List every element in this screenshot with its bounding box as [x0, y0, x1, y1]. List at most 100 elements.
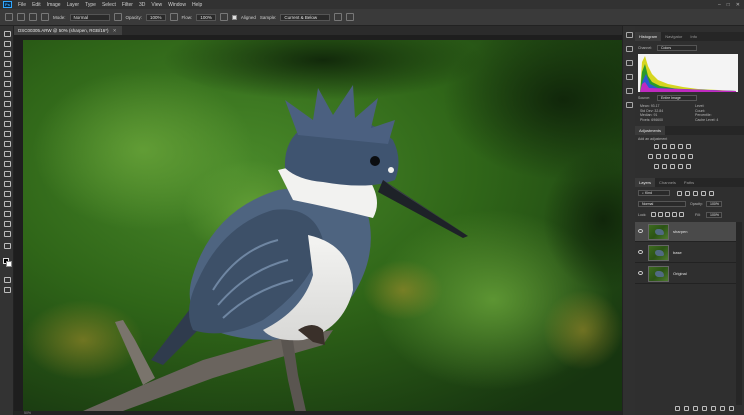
selective-color-icon[interactable] — [686, 164, 691, 169]
layer-row-sharpen[interactable]: sharpen — [635, 222, 736, 242]
pressure-icon[interactable] — [346, 13, 355, 21]
blend-mode-select[interactable]: Normal — [638, 201, 686, 207]
filter-adjustment-icon[interactable] — [685, 191, 690, 196]
screen-mode-icon[interactable] — [3, 286, 11, 293]
tab-adjustments[interactable]: Adjustments — [635, 126, 666, 135]
clone-source-panel-icon[interactable] — [626, 102, 633, 108]
eraser-tool-icon[interactable] — [3, 140, 11, 147]
play-actions-icon[interactable] — [626, 60, 633, 66]
canvas-image[interactable] — [23, 40, 633, 411]
opacity-field[interactable]: 100% — [146, 13, 166, 21]
clone-stamp-tool-icon[interactable] — [3, 120, 11, 127]
menu-layer[interactable]: Layer — [67, 2, 80, 8]
menu-select[interactable]: Select — [102, 2, 116, 8]
crop-tool-icon[interactable] — [3, 70, 11, 77]
fill-field[interactable]: 100% — [706, 212, 722, 218]
swatches-icon[interactable] — [626, 88, 633, 94]
invert-icon[interactable] — [654, 164, 659, 169]
photoshop-logo[interactable]: Ps — [3, 1, 12, 8]
lock-all-icon[interactable] — [679, 212, 684, 217]
history-brush-tool-icon[interactable] — [3, 130, 11, 137]
history-icon[interactable] — [626, 32, 633, 38]
brightness-contrast-icon[interactable] — [654, 144, 659, 149]
quick-mask-icon[interactable] — [3, 276, 11, 283]
gradient-map-icon[interactable] — [678, 164, 683, 169]
pressure-opacity-icon[interactable] — [113, 13, 122, 21]
hue-saturation-icon[interactable] — [648, 154, 653, 159]
menu-filter[interactable]: Filter — [122, 2, 133, 8]
vibrance-icon[interactable] — [686, 144, 691, 149]
channel-mixer-icon[interactable] — [680, 154, 685, 159]
color-lookup-icon[interactable] — [688, 154, 693, 159]
layer-style-icon[interactable] — [684, 406, 689, 411]
levels-icon[interactable] — [662, 144, 667, 149]
dodge-tool-icon[interactable] — [3, 170, 11, 177]
eye-icon[interactable] — [638, 250, 643, 254]
clone-source-icon[interactable] — [41, 13, 49, 21]
menu-help[interactable]: Help — [192, 2, 202, 8]
layer-row-base[interactable]: base — [635, 243, 736, 263]
layers-scrollbar[interactable] — [736, 222, 742, 405]
new-group-icon[interactable] — [711, 406, 716, 411]
close-tab-icon[interactable]: ✕ — [113, 28, 117, 33]
delete-layer-icon[interactable] — [729, 406, 734, 411]
tab-layers[interactable]: Layers — [635, 178, 656, 187]
color-balance-icon[interactable] — [656, 154, 661, 159]
layer-opacity-field[interactable]: 100% — [706, 201, 722, 207]
ignore-adjustment-layers-icon[interactable] — [334, 13, 343, 21]
flow-field[interactable]: 100% — [196, 13, 216, 21]
maximize-icon[interactable]: □ — [727, 2, 730, 8]
background-color-swatch[interactable] — [6, 261, 12, 267]
add-mask-icon[interactable] — [693, 406, 698, 411]
clone-stamp-tool-icon[interactable] — [5, 13, 13, 21]
airbrush-icon[interactable] — [219, 13, 228, 21]
photo-filter-icon[interactable] — [672, 154, 677, 159]
move-tool-icon[interactable] — [3, 30, 11, 37]
tab-paths[interactable]: Paths — [680, 178, 698, 187]
mode-select[interactable]: Normal — [69, 13, 110, 21]
source-select[interactable]: Entire Image — [657, 95, 697, 101]
shape-tool-icon[interactable] — [3, 210, 11, 217]
close-icon[interactable]: ✕ — [736, 2, 740, 8]
marquee-tool-icon[interactable] — [3, 40, 11, 47]
lock-transparent-icon[interactable] — [651, 212, 656, 217]
channel-select[interactable]: Colors — [657, 45, 697, 51]
minimize-icon[interactable]: – — [718, 2, 721, 8]
curves-icon[interactable] — [670, 144, 675, 149]
quick-select-tool-icon[interactable] — [3, 60, 11, 67]
healing-brush-tool-icon[interactable] — [3, 100, 11, 107]
menu-file[interactable]: File — [18, 2, 26, 8]
link-layers-icon[interactable] — [675, 406, 680, 411]
lock-artboard-icon[interactable] — [672, 212, 677, 217]
new-adjustment-layer-icon[interactable] — [702, 406, 707, 411]
brush-settings-icon[interactable] — [29, 13, 37, 21]
black-white-icon[interactable] — [664, 154, 669, 159]
tab-navigator[interactable]: Navigator — [661, 32, 686, 41]
tab-info[interactable]: Info — [686, 32, 701, 41]
eye-icon[interactable] — [638, 229, 643, 233]
pen-tool-icon[interactable] — [3, 180, 11, 187]
filter-pixel-icon[interactable] — [677, 191, 682, 196]
document-tab[interactable]: DSC00305.ARW @ 50% (sharpen, RGB/16*) ✕ — [14, 26, 122, 35]
threshold-icon[interactable] — [670, 164, 675, 169]
type-tool-icon[interactable] — [3, 190, 11, 197]
menu-view[interactable]: View — [151, 2, 162, 8]
hand-tool-icon[interactable] — [3, 220, 11, 227]
sample-select[interactable]: Current & Below — [280, 13, 331, 21]
new-layer-icon[interactable] — [720, 406, 725, 411]
menu-image[interactable]: Image — [47, 2, 61, 8]
zoom-tool-icon[interactable] — [3, 230, 11, 237]
tab-channels[interactable]: Channels — [655, 178, 680, 187]
eye-icon[interactable] — [638, 271, 643, 275]
brush-preset-icon[interactable] — [17, 13, 25, 21]
lasso-tool-icon[interactable] — [3, 50, 11, 57]
brush-panel-icon[interactable] — [626, 74, 633, 80]
exposure-icon[interactable] — [678, 144, 683, 149]
layer-row-original[interactable]: Original — [635, 264, 736, 284]
menu-type[interactable]: Type — [85, 2, 96, 8]
path-select-tool-icon[interactable] — [3, 200, 11, 207]
more-tools-icon[interactable] — [3, 242, 11, 249]
posterize-icon[interactable] — [662, 164, 667, 169]
menu-window[interactable]: Window — [168, 2, 186, 8]
filter-type-icon[interactable] — [693, 191, 698, 196]
